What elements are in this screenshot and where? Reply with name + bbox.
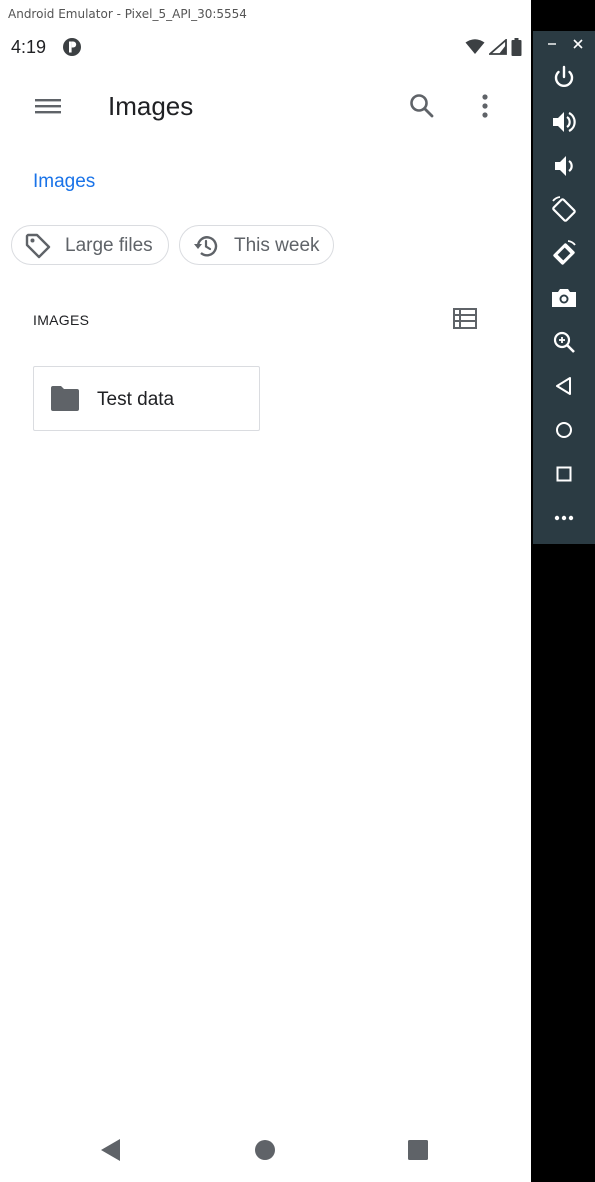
large-files-chip[interactable]: Large files (11, 225, 169, 265)
emu-overview-button[interactable] (549, 459, 579, 489)
emulator-control-panel (533, 31, 595, 544)
emu-more-button[interactable] (549, 503, 579, 533)
this-week-chip[interactable]: This week (179, 225, 334, 265)
nav-home-button[interactable] (250, 1135, 280, 1165)
nav-back-button[interactable] (96, 1135, 126, 1165)
emulator-window-title: Android Emulator - Pixel_5_API_30:5554 (8, 7, 247, 21)
minimize-icon (545, 37, 559, 51)
status-icons (465, 38, 522, 56)
zoom-in-icon (549, 327, 579, 357)
home-circle-icon (250, 1135, 280, 1165)
search-button[interactable] (406, 90, 438, 122)
screenshot-button[interactable] (549, 283, 579, 313)
zoom-button[interactable] (549, 327, 579, 357)
back-icon (549, 371, 579, 401)
rotate-right-icon (549, 239, 579, 269)
emu-home-button[interactable] (549, 415, 579, 445)
volume-up-button[interactable] (549, 107, 579, 137)
minimize-button[interactable] (545, 37, 559, 51)
power-icon (549, 63, 579, 93)
folder-label: Test data (97, 389, 175, 410)
home-icon (549, 415, 579, 445)
section-header: IMAGES (33, 312, 90, 328)
recents-square-icon (403, 1135, 433, 1165)
volume-down-button[interactable] (549, 151, 579, 181)
overview-icon (549, 459, 579, 489)
status-time: 4:19 (11, 37, 47, 57)
battery-icon (511, 38, 522, 56)
hamburger-menu-icon (30, 90, 66, 122)
history-icon (192, 232, 220, 260)
rotate-right-button[interactable] (549, 239, 579, 269)
volume-up-icon (549, 107, 579, 137)
camera-icon (549, 283, 579, 313)
volume-down-icon (549, 151, 579, 181)
emu-back-button[interactable] (549, 371, 579, 401)
cell-signal-icon (489, 39, 507, 55)
folder-icon (50, 386, 80, 412)
close-icon (571, 37, 585, 51)
wifi-icon (465, 39, 485, 55)
this-week-label: This week (234, 235, 320, 256)
close-button[interactable] (571, 37, 585, 51)
more-vert-icon (473, 90, 497, 122)
view-mode-toggle[interactable] (450, 304, 480, 334)
tag-icon (24, 232, 52, 260)
page-title: Images (108, 91, 194, 121)
rotate-left-button[interactable] (549, 195, 579, 225)
more-horiz-icon (549, 503, 579, 533)
more-options-button[interactable] (473, 90, 497, 122)
folder-item[interactable]: Test data (33, 366, 260, 431)
app-notification-icon (62, 37, 82, 57)
navigation-bar (0, 1120, 531, 1180)
menu-button[interactable] (30, 90, 66, 122)
list-view-icon (450, 304, 480, 334)
search-icon (406, 90, 438, 122)
nav-recents-button[interactable] (403, 1135, 433, 1165)
rotate-left-icon (549, 195, 579, 225)
device-screen: Android Emulator - Pixel_5_API_30:5554 4… (0, 0, 531, 1182)
large-files-label: Large files (65, 235, 153, 256)
power-button[interactable] (549, 63, 579, 93)
breadcrumb-images[interactable]: Images (33, 171, 95, 193)
status-bar: 4:19 (0, 30, 531, 64)
back-triangle-icon (96, 1135, 126, 1165)
app-toolbar: Images (0, 78, 531, 134)
